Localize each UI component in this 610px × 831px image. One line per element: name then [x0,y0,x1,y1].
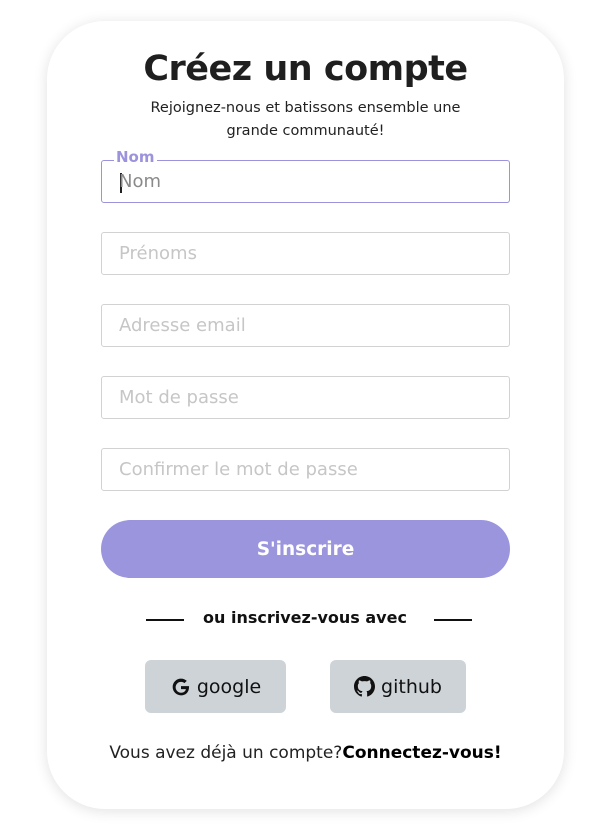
email-field[interactable] [101,304,510,347]
firstnames-field[interactable] [101,232,510,275]
page-title: Créez un compte [143,49,468,89]
divider-text: ou inscrivez-vous avec [203,608,407,627]
signup-card: Créez un compte Rejoignez-nous et batiss… [47,21,564,809]
github-signin-button[interactable]: github [330,660,466,713]
confirm-password-input[interactable] [102,449,509,490]
signup-button[interactable]: S'inscrire [101,520,510,578]
name-field[interactable]: Nom [101,149,510,203]
page-subtitle: Rejoignez-nous et batissons ensemble une… [150,100,461,139]
github-label: github [381,675,442,698]
password-input[interactable] [102,377,509,418]
signin-link[interactable]: Connectez-vous! [342,743,501,763]
google-label: google [196,675,262,698]
signin-prompt-row: Vous avez déjà un compte?Connectez-vous! [47,743,564,763]
divider-line-left [146,619,184,621]
password-field[interactable] [101,376,510,419]
divider-line-right [434,619,472,621]
signin-prompt: Vous avez déjà un compte? [109,743,343,763]
name-input[interactable] [102,161,509,202]
google-icon [170,676,192,698]
firstnames-input[interactable] [102,233,509,274]
github-icon [354,675,376,698]
email-input[interactable] [102,305,509,346]
confirm-password-field[interactable] [101,448,510,491]
google-signin-button[interactable]: google [145,660,286,713]
